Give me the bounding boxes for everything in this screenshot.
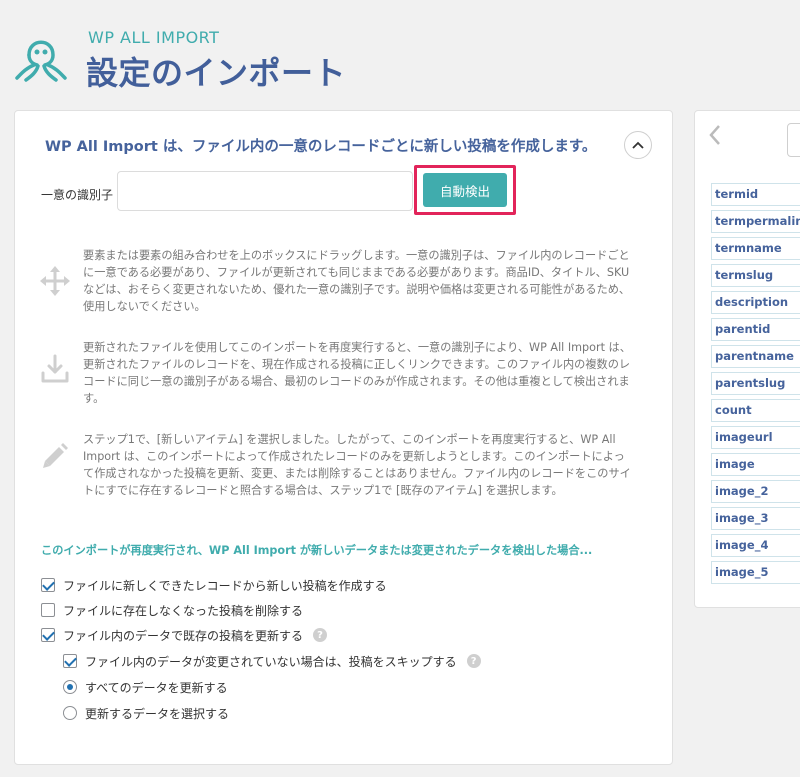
option-update-existing[interactable]: ファイル内のデータで既存の投稿を更新する ? bbox=[41, 626, 328, 644]
help-icon[interactable]: ? bbox=[466, 654, 481, 668]
page-title: 設定のインポート bbox=[86, 54, 347, 92]
octopus-logo-icon bbox=[15, 40, 67, 82]
option-create-new[interactable]: ファイルに新しくできたレコードから新しい投稿を作成する bbox=[41, 576, 387, 594]
field-item[interactable]: termid bbox=[711, 183, 800, 206]
skip-unchanged-checkbox[interactable] bbox=[63, 654, 77, 668]
update-all-radio[interactable] bbox=[63, 680, 77, 694]
field-item[interactable]: image_4 bbox=[711, 534, 800, 557]
create-new-label: ファイルに新しくできたレコードから新しい投稿を作成する bbox=[63, 578, 387, 593]
field-item[interactable]: description bbox=[711, 291, 800, 314]
unique-identifier-label: 一意の識別子 bbox=[41, 188, 114, 202]
record-navigation-input[interactable] bbox=[787, 123, 800, 157]
auto-detect-button[interactable]: 自動検出 bbox=[423, 173, 507, 207]
download-icon bbox=[41, 354, 69, 383]
help-icon[interactable]: ? bbox=[313, 628, 328, 642]
pencil-icon bbox=[43, 443, 68, 468]
update-all-label: すべてのデータを更新する bbox=[85, 680, 228, 695]
info-text: 要素または要素の組み合わせを上のボックスにドラッグします。一意の識別子は、ファイ… bbox=[83, 249, 631, 313]
field-item[interactable]: imageurl bbox=[711, 426, 800, 449]
auto-detect-highlight: 自動検出 bbox=[414, 165, 516, 215]
brand-name: WP ALL IMPORT bbox=[88, 28, 220, 47]
panel-title: WP All Import は、ファイル内の一意のレコードごとに新しい投稿を作成… bbox=[45, 139, 597, 155]
create-new-checkbox[interactable] bbox=[41, 578, 55, 592]
move-icon bbox=[40, 266, 70, 296]
choose-data-radio[interactable] bbox=[63, 706, 77, 720]
field-item[interactable]: parentid bbox=[711, 318, 800, 341]
option-skip-unchanged[interactable]: ファイル内のデータが変更されていない場合は、投稿をスキップする ? bbox=[63, 652, 481, 670]
delete-missing-label: ファイルに存在しなくなった投稿を削除する bbox=[63, 603, 304, 618]
option-update-all[interactable]: すべてのデータを更新する bbox=[63, 678, 228, 696]
option-choose-data[interactable]: 更新するデータを選択する bbox=[63, 704, 229, 722]
page-header: WP ALL IMPORT 設定のインポート bbox=[12, 22, 412, 92]
chevron-left-icon[interactable] bbox=[707, 123, 723, 147]
unique-identifier-input[interactable] bbox=[117, 171, 413, 211]
xml-element-panel: termid termpermalink termname termslug descr… bbox=[694, 110, 800, 608]
field-item[interactable]: image_3 bbox=[711, 507, 800, 530]
reimport-heading: このインポートが再度実行され、WP All Import が新しいデータまたは変… bbox=[41, 544, 593, 557]
skip-unchanged-label: ファイル内のデータが変更されていない場合は、投稿をスキップする bbox=[85, 654, 457, 669]
panel-header: WP All Import は、ファイル内の一意のレコードごとに新しい投稿を作成… bbox=[45, 131, 652, 159]
unique-identifier-panel: WP All Import は、ファイル内の一意のレコードごとに新しい投稿を作成… bbox=[14, 110, 673, 765]
info-text: 更新されたファイルを使用してこのインポートを再度実行すると、一意の識別子により、… bbox=[83, 341, 631, 405]
field-item[interactable]: parentname bbox=[711, 345, 800, 368]
info-text: ステップ1で、[新しいアイテム] を選択しました。したがって、このインポートを再… bbox=[83, 433, 631, 497]
collapse-button[interactable] bbox=[624, 131, 652, 159]
field-item[interactable]: image_2 bbox=[711, 480, 800, 503]
delete-missing-checkbox[interactable] bbox=[41, 603, 55, 617]
field-list: termid termpermalink termname termslug descr… bbox=[711, 183, 800, 588]
field-item[interactable]: parentslug bbox=[711, 372, 800, 395]
field-item[interactable]: count bbox=[711, 399, 800, 422]
field-item[interactable]: termname bbox=[711, 237, 800, 260]
field-item[interactable]: image bbox=[711, 453, 800, 476]
update-existing-label: ファイル内のデータで既存の投稿を更新する bbox=[63, 628, 304, 643]
update-existing-checkbox[interactable] bbox=[41, 628, 55, 642]
choose-data-label: 更新するデータを選択する bbox=[85, 706, 230, 721]
chevron-up-icon bbox=[632, 141, 644, 149]
field-item[interactable]: image_5 bbox=[711, 561, 800, 584]
field-item[interactable]: termpermalink bbox=[711, 210, 800, 233]
option-delete-missing[interactable]: ファイルに存在しなくなった投稿を削除する bbox=[41, 601, 303, 619]
field-item[interactable]: termslug bbox=[711, 264, 800, 287]
